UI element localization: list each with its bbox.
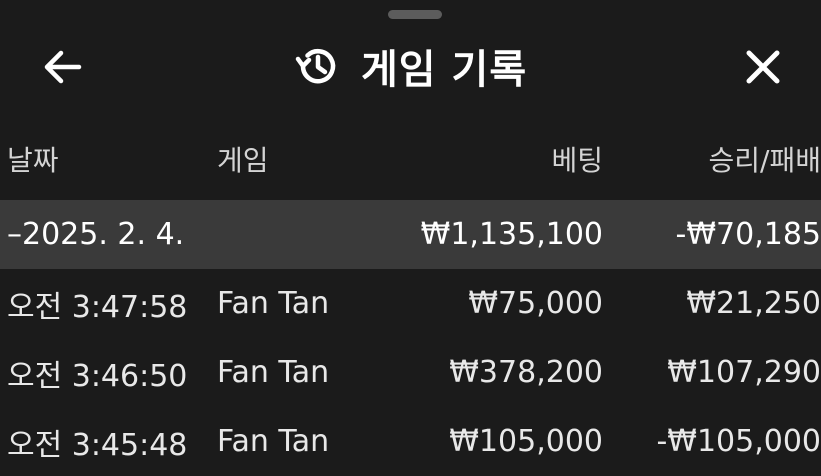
- row-bet: ₩75,000: [468, 286, 603, 321]
- row-result: -₩105,000: [656, 424, 821, 459]
- group-result-total: -₩70,185: [675, 217, 821, 252]
- table-header-row: 날짜 게임 베팅 승리/패배: [0, 130, 821, 200]
- row-game: Fan Tan: [217, 286, 330, 321]
- row-game: Fan Tan: [217, 424, 330, 459]
- page-title-group: 게임 기록: [295, 40, 528, 93]
- row-time: 오전 3:47:58: [7, 289, 188, 325]
- group-date: –2025. 2. 4.: [7, 217, 185, 252]
- sheet-grabber-handle[interactable]: [388, 10, 442, 19]
- row-time: 오전 3:45:48: [7, 427, 188, 463]
- column-header-bet[interactable]: 베팅: [551, 124, 603, 194]
- history-table: 날짜 게임 베팅 승리/패배 –2025. 2. 4. ₩1,135,100 -…: [0, 130, 821, 476]
- row-result: ₩107,290: [667, 355, 821, 390]
- back-button[interactable]: [40, 44, 86, 90]
- table-row[interactable]: 오전 3:47:58 Fan Tan ₩75,000 ₩21,250: [0, 269, 821, 338]
- game-history-sheet: 게임 기록 날짜 게임 베팅 승리/패배 –2025. 2. 4. ₩1,135…: [0, 0, 821, 476]
- column-header-result[interactable]: 승리/패배: [709, 124, 821, 194]
- sheet-header: 게임 기록: [0, 26, 821, 108]
- row-result: ₩21,250: [686, 286, 821, 321]
- column-header-game[interactable]: 게임: [217, 124, 269, 194]
- page-title: 게임 기록: [361, 47, 528, 93]
- arrow-left-icon: [44, 50, 82, 84]
- group-bet-total: ₩1,135,100: [420, 217, 603, 252]
- row-bet: ₩105,000: [449, 424, 603, 459]
- close-icon: [746, 50, 780, 84]
- row-time: 오전 3:46:50: [7, 358, 188, 394]
- date-group-row[interactable]: –2025. 2. 4. ₩1,135,100 -₩70,185: [0, 200, 821, 269]
- column-header-date[interactable]: 날짜: [7, 124, 59, 194]
- table-row[interactable]: 오전 3:45:48 Fan Tan ₩105,000 -₩105,000: [0, 407, 821, 476]
- row-bet: ₩378,200: [449, 355, 603, 390]
- row-game: Fan Tan: [217, 355, 330, 390]
- history-icon: [295, 44, 339, 88]
- close-button[interactable]: [740, 44, 786, 90]
- table-row[interactable]: 오전 3:46:50 Fan Tan ₩378,200 ₩107,290: [0, 338, 821, 407]
